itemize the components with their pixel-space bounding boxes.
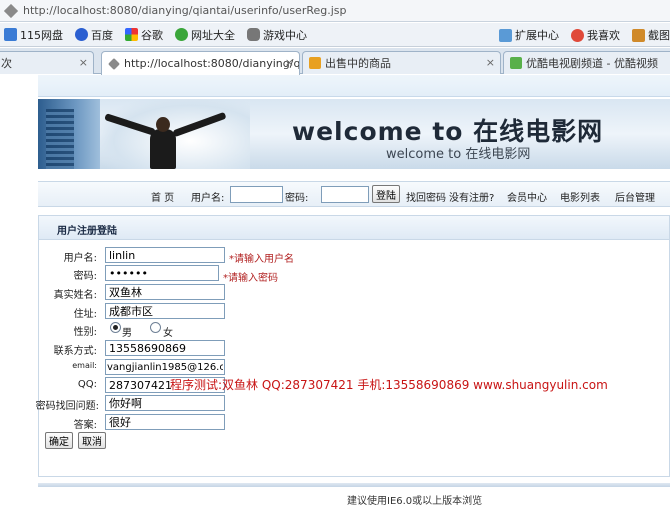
- banner-subtitle: welcome to 在线电影网: [386, 147, 531, 162]
- url-text[interactable]: http://localhost:8080/dianying/qiantai/u…: [23, 4, 347, 17]
- extension-center[interactable]: 扩展中心: [499, 27, 559, 43]
- bookmark-label: 谷歌: [141, 28, 163, 42]
- gender-male-label: 男: [122, 328, 132, 339]
- building-windows: [46, 109, 74, 169]
- cloud-disk-icon: [4, 28, 17, 41]
- page-content: welcome to 在线电影网 welcome to 在线电影网 首 页 用户…: [0, 75, 670, 526]
- bookmark-baidu[interactable]: 百度: [75, 27, 113, 43]
- gender-label: 性别:: [73, 327, 97, 338]
- address-field[interactable]: [105, 303, 225, 319]
- bookmark-label: 百度: [91, 28, 113, 42]
- nav-home[interactable]: 首 页: [151, 189, 174, 204]
- username-label: 用户名:: [63, 253, 97, 264]
- tab-0[interactable]: 次 ×: [0, 51, 94, 74]
- bookmark-games[interactable]: 游戏中心: [247, 27, 307, 43]
- heart-icon: [571, 28, 584, 42]
- realname-field[interactable]: [105, 284, 225, 300]
- nav-member-center[interactable]: 会员中心: [507, 189, 547, 204]
- top-strip: [38, 75, 670, 97]
- top-nav: 首 页 用户名: 密码: 登陆 找回密码 没有注册? 会员中心 电影列表 后台管…: [38, 181, 670, 207]
- address-label: 住址:: [73, 309, 97, 320]
- scissors-icon: [632, 28, 645, 42]
- nav-password-label: 密码:: [285, 193, 309, 204]
- qq-label: QQ:: [77, 379, 97, 390]
- shop-icon: [309, 57, 321, 69]
- realname-label: 真实姓名:: [53, 290, 97, 301]
- tab-label: 次: [1, 57, 12, 70]
- gender-male-radio[interactable]: [110, 322, 121, 333]
- nav-register[interactable]: 没有注册?: [449, 189, 494, 204]
- google-icon: [125, 28, 138, 41]
- footer-text: 建议使用IE6.0或以上版本浏览: [347, 496, 483, 507]
- bottom-divider: [38, 483, 670, 487]
- bookmarks-bar: 115网盘 百度 谷歌 网址大全 游戏中心 扩展中心 我喜欢 截图: [0, 23, 670, 47]
- nav-recover-password[interactable]: 找回密码: [406, 189, 446, 204]
- bookmark-label: 截图: [648, 29, 670, 42]
- security-question-field[interactable]: [105, 395, 225, 411]
- nav-username-input[interactable]: [230, 186, 283, 203]
- tab-label: http://localhost:8080/dianying/qia...: [124, 57, 300, 70]
- tab-label: 出售中的商品: [325, 57, 391, 70]
- bookmark-google[interactable]: 谷歌: [125, 27, 163, 43]
- answer-field[interactable]: [105, 414, 225, 430]
- bookmark-label: 游戏中心: [263, 28, 307, 42]
- login-button[interactable]: 登陆: [372, 185, 400, 203]
- tab-1[interactable]: http://localhost:8080/dianying/qia...×: [101, 51, 300, 75]
- page-favicon-icon: [4, 3, 18, 18]
- email-field[interactable]: [105, 359, 225, 375]
- cancel-button[interactable]: 取消: [78, 432, 106, 449]
- confirm-button[interactable]: 确定: [45, 432, 73, 449]
- registration-title: 用户注册登陆: [57, 226, 117, 237]
- bookmark-site-nav[interactable]: 网址大全: [175, 27, 235, 43]
- gamepad-icon: [247, 28, 260, 41]
- credit-text: 程序测试:双鱼林 QQ:287307421 手机:13558690869 www…: [170, 378, 608, 392]
- contact-field[interactable]: [105, 340, 225, 356]
- man-silhouette: [150, 129, 176, 169]
- registration-header: 用户注册登陆: [39, 216, 669, 240]
- paw-icon: [75, 28, 88, 41]
- tab-strip: 次× http://localhost:8080/dianying/qia...…: [0, 48, 670, 75]
- password-field[interactable]: [105, 265, 219, 281]
- nav-username-label: 用户名:: [191, 193, 225, 204]
- close-icon[interactable]: ×: [486, 56, 495, 69]
- close-icon[interactable]: ×: [79, 56, 88, 69]
- email-label: email:: [72, 361, 97, 370]
- tab-2[interactable]: 出售中的商品 ×: [302, 51, 501, 74]
- password-label: 密码:: [73, 271, 97, 282]
- username-hint: *请输入用户名: [229, 254, 294, 265]
- site-banner: welcome to 在线电影网 welcome to 在线电影网: [38, 99, 670, 169]
- close-icon[interactable]: ×: [285, 56, 294, 69]
- bookmark-label: 我喜欢: [587, 29, 620, 42]
- tab-3[interactable]: 优酷电视剧频道 - 优酷视频: [503, 51, 670, 74]
- page-favicon-icon: [108, 57, 120, 70]
- contact-label: 联系方式:: [53, 346, 97, 357]
- bookmark-label: 网址大全: [191, 28, 235, 42]
- youku-icon: [510, 57, 522, 69]
- bookmark-label: 扩展中心: [515, 29, 559, 42]
- answer-label: 答案:: [73, 420, 97, 431]
- bookmarks-right: 扩展中心 我喜欢 截图: [495, 23, 670, 47]
- tab-label: 优酷电视剧频道 - 优酷视频: [526, 57, 658, 70]
- nav-admin[interactable]: 后台管理: [615, 189, 655, 204]
- registration-panel: 用户注册登陆 用户名: *请输入用户名 密码: *请输入密码 真实姓名: 住址:…: [35, 215, 670, 477]
- username-field[interactable]: [105, 247, 225, 263]
- man-head: [156, 117, 170, 132]
- nav-movie-list[interactable]: 电影列表: [560, 189, 600, 204]
- password-hint: *请输入密码: [223, 273, 278, 284]
- site-nav-icon: [175, 28, 188, 41]
- nav-password-input[interactable]: [321, 186, 369, 203]
- puzzle-icon: [499, 28, 512, 42]
- gender-female-label: 女: [163, 328, 173, 339]
- gender-female-radio[interactable]: [150, 322, 161, 333]
- bookmark-115[interactable]: 115网盘: [4, 27, 63, 43]
- screenshot[interactable]: 截图: [632, 27, 670, 43]
- favorites[interactable]: 我喜欢: [571, 27, 620, 43]
- address-bar: http://localhost:8080/dianying/qiantai/u…: [0, 0, 670, 22]
- security-question-label: 密码找回问题:: [35, 401, 99, 412]
- bookmark-label: 115网盘: [20, 28, 63, 42]
